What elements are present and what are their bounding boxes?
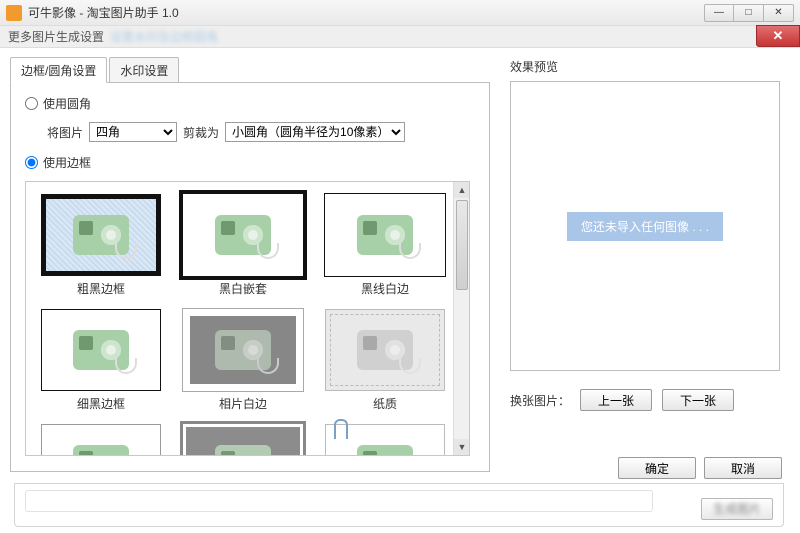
frame-option-4[interactable]: 相片白边 bbox=[178, 309, 308, 412]
frame-option-1[interactable]: 黑白嵌套 bbox=[178, 194, 308, 297]
frame-label: 纸质 bbox=[320, 395, 450, 412]
swap-label: 换张图片： bbox=[510, 392, 570, 409]
left-panel: 边框/圆角设置 水印设置 使用圆角 将图片 四角 剪裁为 小圆角（圆角半径为10… bbox=[10, 56, 490, 468]
frame-label: 黑线白边 bbox=[320, 280, 450, 297]
scrollbar[interactable]: ▲ ▼ bbox=[453, 182, 469, 455]
right-panel: 效果预览 您还未导入任何图像 . . . 换张图片： 上一张 下一张 bbox=[490, 56, 790, 468]
cancel-button[interactable]: 取消 bbox=[704, 457, 782, 479]
ipod-icon bbox=[73, 445, 129, 456]
ipod-icon bbox=[357, 445, 413, 456]
frame-option-3[interactable]: 细黑边框 bbox=[36, 309, 166, 412]
dialog-header: 更多图片生成设置 设置水印及边框圆角 ✕ bbox=[0, 26, 800, 48]
frame-option-0[interactable]: 粗黑边框 bbox=[36, 194, 166, 297]
minimize-button[interactable]: — bbox=[704, 4, 734, 22]
blurred-text: 设置水印及边框圆角 bbox=[110, 28, 218, 45]
radio-use-border[interactable]: 使用边框 bbox=[25, 154, 475, 171]
tab-border-settings[interactable]: 边框/圆角设置 bbox=[10, 57, 107, 83]
frame-option-2[interactable]: 黑线白边 bbox=[320, 194, 450, 297]
window-title: 可牛影像 - 淘宝图片助手 1.0 bbox=[28, 4, 179, 21]
frame-option-7[interactable] bbox=[178, 424, 308, 456]
tab-watermark-settings[interactable]: 水印设置 bbox=[109, 57, 179, 83]
ipod-icon bbox=[357, 330, 413, 370]
dialog-footer: 确定 取消 bbox=[618, 457, 782, 479]
frame-option-5[interactable]: 纸质 bbox=[320, 309, 450, 412]
radio-use-border-input[interactable] bbox=[25, 156, 38, 169]
ipod-icon bbox=[73, 330, 129, 370]
tab-body: 使用圆角 将图片 四角 剪裁为 小圆角（圆角半径为10像素） 使用边框 bbox=[10, 82, 490, 472]
ipod-icon bbox=[215, 215, 271, 255]
ok-button[interactable]: 确定 bbox=[618, 457, 696, 479]
dialog-title: 更多图片生成设置 bbox=[8, 28, 104, 45]
close-button[interactable]: ✕ bbox=[764, 4, 794, 22]
maximize-button[interactable]: □ bbox=[734, 4, 764, 22]
frame-grid: 粗黑边框 黑白嵌套 黑线白边 细黑边框 bbox=[25, 181, 470, 456]
frame-label: 黑白嵌套 bbox=[178, 280, 308, 297]
radio-use-round-label: 使用圆角 bbox=[43, 95, 91, 112]
ipod-icon bbox=[357, 215, 413, 255]
app-icon bbox=[6, 5, 22, 21]
preview-empty-msg: 您还未导入任何图像 . . . bbox=[567, 212, 723, 241]
ipod-icon bbox=[215, 445, 271, 456]
radio-use-round-input[interactable] bbox=[25, 97, 38, 110]
crop-label: 剪裁为 bbox=[183, 124, 219, 141]
next-image-button[interactable]: 下一张 bbox=[662, 389, 734, 411]
dialog-close-button[interactable]: ✕ bbox=[756, 25, 800, 47]
scroll-thumb[interactable] bbox=[456, 200, 468, 290]
background-button: 生成图片 bbox=[701, 498, 773, 520]
frame-label: 相片白边 bbox=[178, 395, 308, 412]
corner-select[interactable]: 四角 bbox=[89, 122, 177, 142]
preview-box: 您还未导入任何图像 . . . bbox=[510, 81, 780, 371]
radio-use-round[interactable]: 使用圆角 bbox=[25, 95, 475, 112]
radio-use-border-label: 使用边框 bbox=[43, 154, 91, 171]
frame-option-8[interactable] bbox=[320, 424, 450, 456]
outer-titlebar: 可牛影像 - 淘宝图片助手 1.0 — □ ✕ bbox=[0, 0, 800, 26]
scroll-down-icon[interactable]: ▼ bbox=[454, 439, 470, 455]
swap-row: 换张图片： 上一张 下一张 bbox=[510, 389, 790, 411]
round-options-row: 将图片 四角 剪裁为 小圆角（圆角半径为10像素） bbox=[47, 122, 475, 142]
ipod-icon bbox=[73, 215, 129, 255]
prev-image-button[interactable]: 上一张 bbox=[580, 389, 652, 411]
frame-option-6[interactable] bbox=[36, 424, 166, 456]
background-panel: 生成图片 bbox=[14, 483, 784, 527]
preview-title: 效果预览 bbox=[510, 58, 790, 75]
crop-select[interactable]: 小圆角（圆角半径为10像素） bbox=[225, 122, 405, 142]
img-label: 将图片 bbox=[47, 124, 83, 141]
frame-label: 粗黑边框 bbox=[36, 280, 166, 297]
window-controls: — □ ✕ bbox=[704, 4, 794, 22]
ipod-icon bbox=[215, 330, 271, 370]
frame-label: 细黑边框 bbox=[36, 395, 166, 412]
tab-strip: 边框/圆角设置 水印设置 bbox=[10, 57, 490, 83]
scroll-up-icon[interactable]: ▲ bbox=[454, 182, 470, 198]
